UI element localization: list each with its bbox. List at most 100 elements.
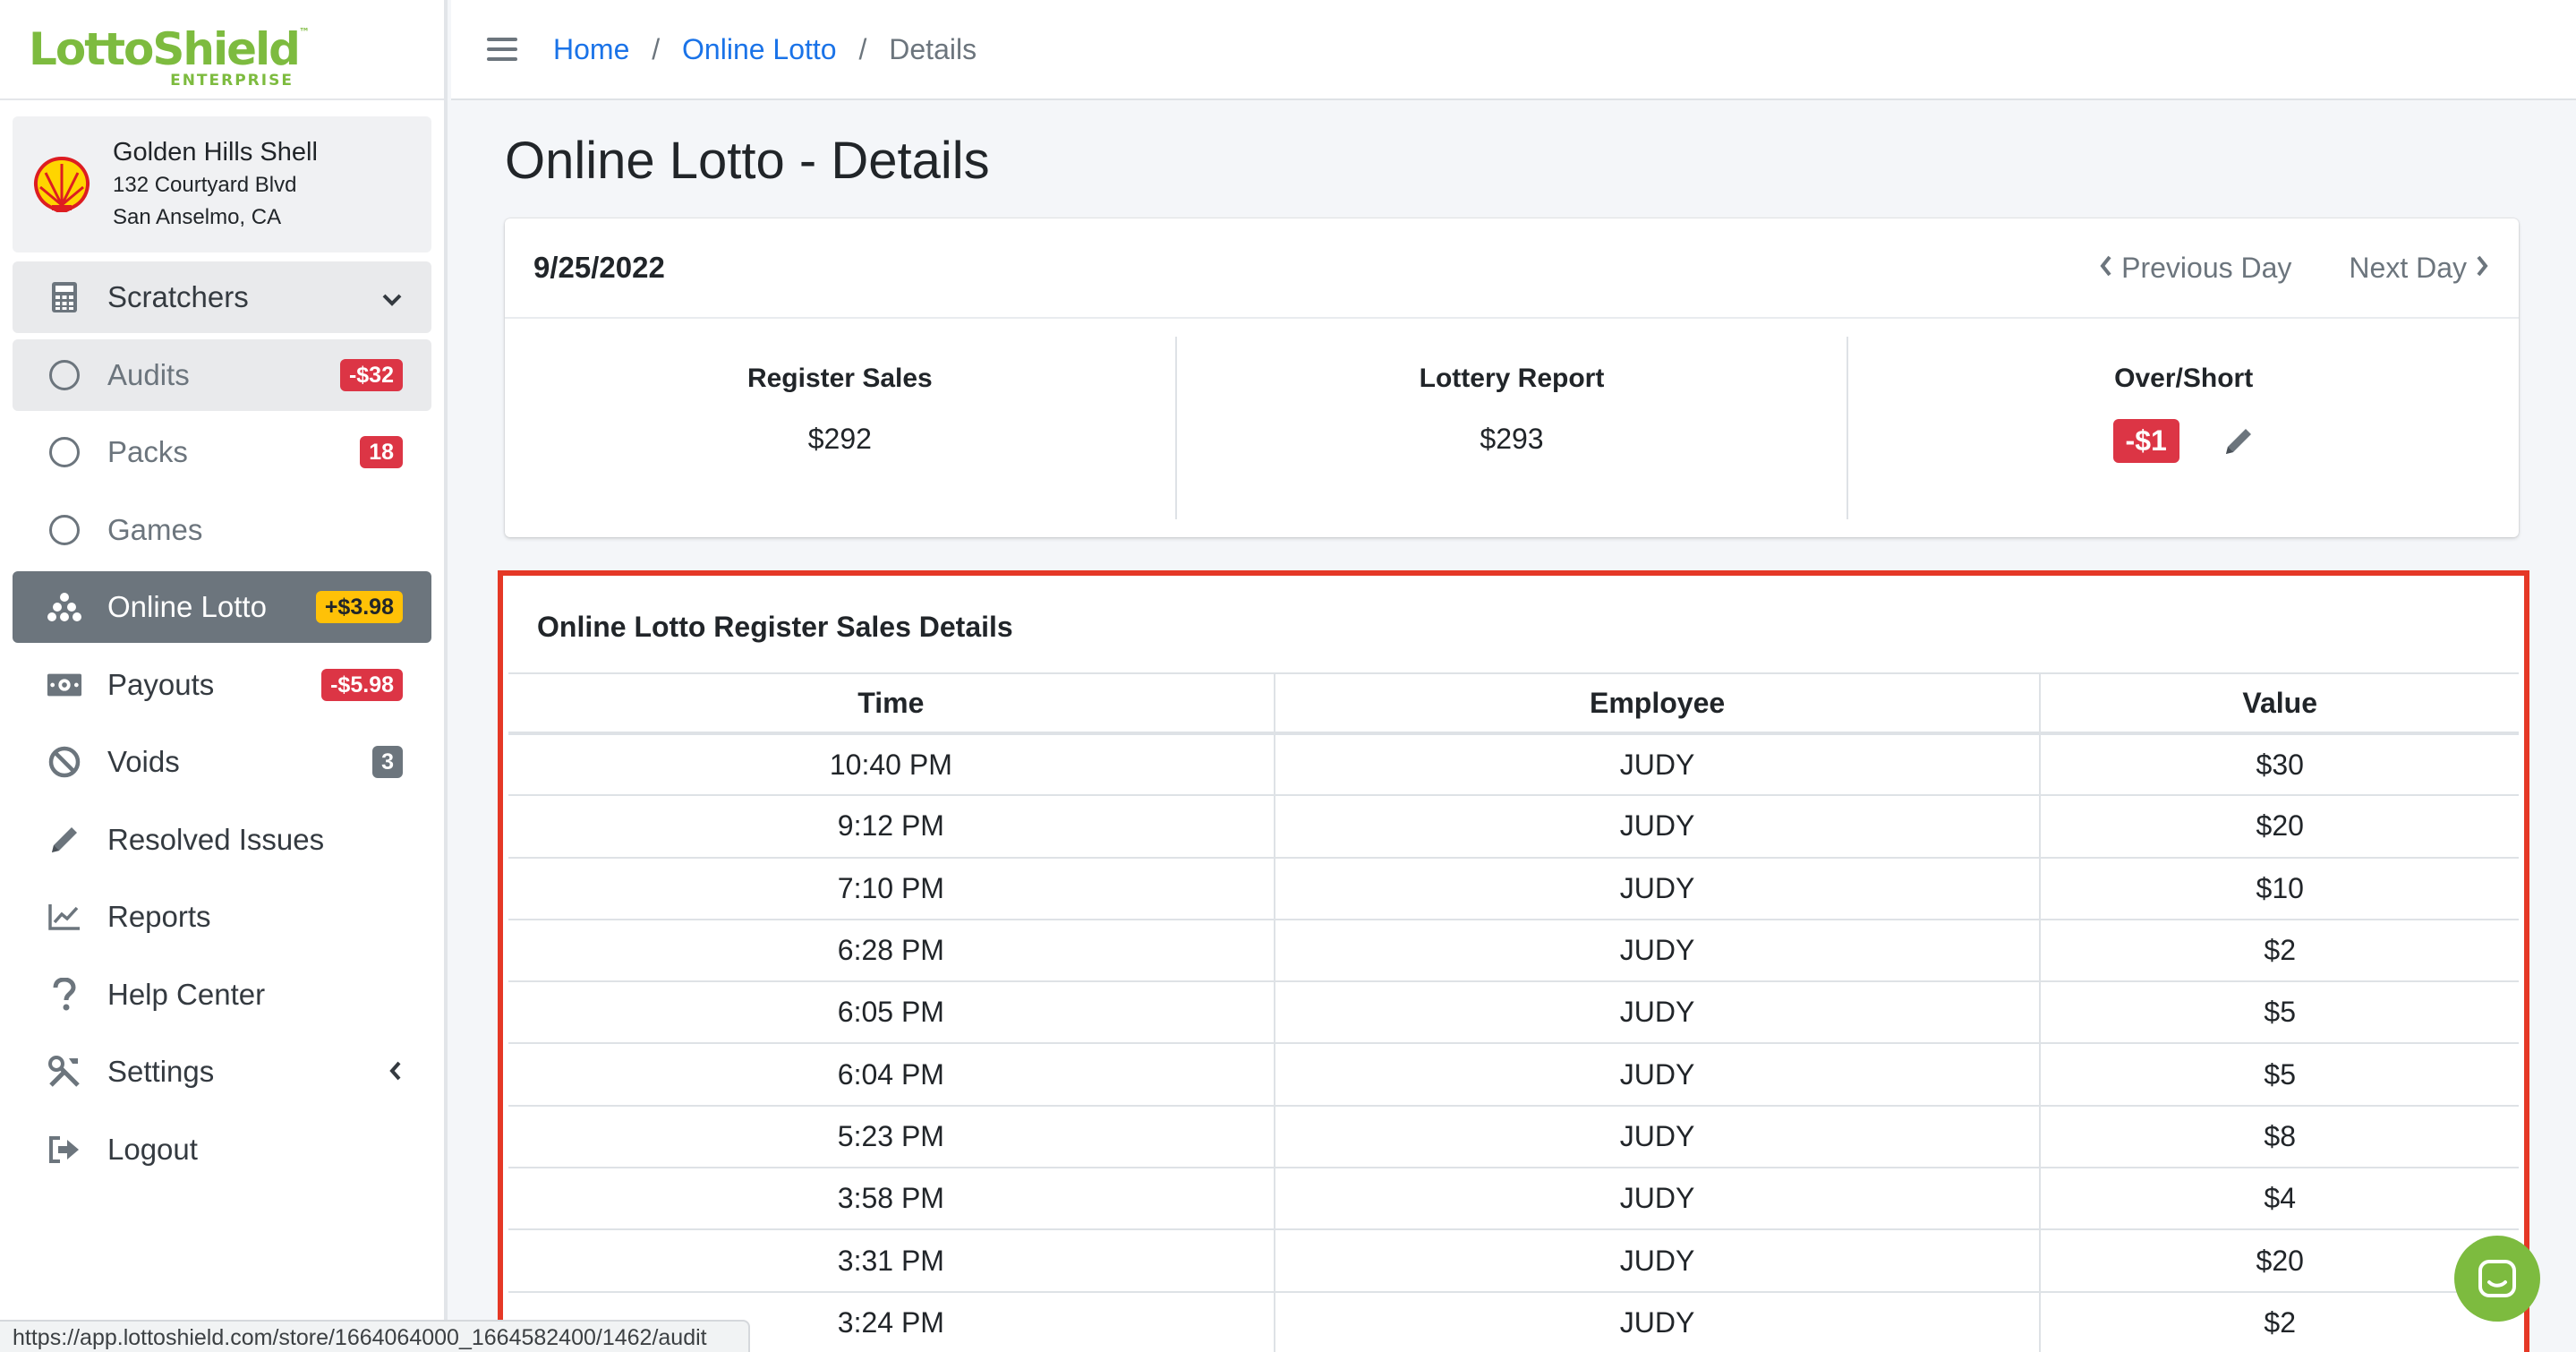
- sidebar-item-payouts[interactable]: Payouts -$5.98: [13, 649, 431, 721]
- hamburger-menu-icon[interactable]: [487, 38, 517, 61]
- brand-logo[interactable]: LottoShield™ ENTERPRISE: [0, 0, 444, 100]
- table-row: 9:12 PM JUDY $20: [508, 795, 2519, 859]
- sidebar-nav: Scratchers Audits -$32 Packs 18 Games On…: [13, 261, 431, 1191]
- cell-employee: JUDY: [1274, 919, 2042, 983]
- cell-employee: JUDY: [1274, 1168, 2042, 1231]
- sidebar-item-label: Resolved Issues: [107, 822, 325, 856]
- cell-value: $20: [2040, 795, 2519, 859]
- ban-icon: [47, 744, 82, 780]
- sign-out-icon: [47, 1132, 82, 1168]
- circle-icon: [47, 434, 82, 470]
- audits-badge: -$32: [339, 358, 403, 391]
- sidebar-item-help-center[interactable]: Help Center: [13, 959, 431, 1031]
- table-row: 3:58 PM JUDY $4: [508, 1168, 2519, 1231]
- chat-widget-button[interactable]: [2454, 1236, 2540, 1322]
- table-row: 6:04 PM JUDY $5: [508, 1043, 2519, 1107]
- edit-pencil-icon[interactable]: [2222, 425, 2255, 458]
- sidebar-item-label: Help Center: [107, 977, 266, 1011]
- register-sales-value: $292: [807, 423, 872, 455]
- sidebar-item-games[interactable]: Games: [13, 494, 431, 566]
- cell-time: 7:10 PM: [508, 857, 1275, 920]
- chevron-right-icon: [2474, 252, 2490, 285]
- cell-employee: JUDY: [1274, 733, 2042, 797]
- cell-time: 5:23 PM: [508, 1105, 1275, 1169]
- calculator-icon: [47, 279, 82, 315]
- sidebar-item-label: Payouts: [107, 667, 215, 701]
- cell-employee: JUDY: [1274, 1291, 2042, 1352]
- logo-subtitle: ENTERPRISE: [170, 72, 294, 90]
- breadcrumb-home-link[interactable]: Home: [553, 33, 629, 65]
- table-header-row: Time Employee Value: [508, 674, 2519, 735]
- cell-value: $2: [2040, 1291, 2519, 1352]
- next-day-button[interactable]: Next Day: [2349, 252, 2490, 285]
- over-short-label: Over/Short: [2114, 364, 2254, 393]
- cell-value: $8: [2040, 1105, 2519, 1169]
- voids-badge: 3: [372, 746, 403, 778]
- summary-card: 9/25/2022 Previous Day Next Day Register…: [505, 218, 2519, 537]
- table-row: 7:10 PM JUDY $10: [508, 857, 2519, 920]
- breadcrumb: Home / Online Lotto / Details: [553, 33, 977, 66]
- cell-value: $10: [2040, 857, 2519, 920]
- payouts-badge: -$5.98: [321, 668, 403, 701]
- register-sales-stat: Register Sales $292: [505, 337, 1175, 519]
- money-bill-icon: [47, 667, 82, 703]
- browser-status-url: https://app.lottoshield.com/store/166406…: [0, 1320, 750, 1352]
- cell-time: 6:28 PM: [508, 919, 1275, 983]
- sidebar-item-label: Packs: [107, 435, 188, 468]
- sidebar-item-scratchers[interactable]: Scratchers: [13, 261, 431, 333]
- details-title: Online Lotto Register Sales Details: [508, 581, 2519, 674]
- cell-employee: JUDY: [1274, 857, 2042, 920]
- sidebar-item-logout[interactable]: Logout: [13, 1114, 431, 1185]
- previous-day-button[interactable]: Previous Day: [2098, 252, 2291, 285]
- question-icon: [47, 977, 82, 1013]
- top-bar: Home / Online Lotto / Details: [451, 0, 2576, 100]
- chevron-left-icon: [388, 1055, 403, 1089]
- next-day-label: Next Day: [2349, 251, 2467, 284]
- sidebar-item-label: Reports: [107, 900, 211, 933]
- cell-value: $5: [2040, 1043, 2519, 1107]
- page-title: Online Lotto - Details: [505, 132, 990, 190]
- table-row: 5:23 PM JUDY $8: [508, 1105, 2519, 1169]
- store-address-line2: San Anselmo, CA: [113, 205, 282, 229]
- sidebar-item-label: Scratchers: [107, 280, 249, 313]
- store-card[interactable]: Golden Hills Shell 132 Courtyard Blvd Sa…: [13, 116, 431, 252]
- over-short-stat: Over/Short -$1: [1847, 337, 2519, 519]
- packs-badge: 18: [360, 436, 403, 468]
- table-row: 6:05 PM JUDY $5: [508, 981, 2519, 1045]
- sidebar-item-packs[interactable]: Packs 18: [13, 416, 431, 488]
- column-header-employee[interactable]: Employee: [1274, 674, 2042, 735]
- circle-icon: [47, 357, 82, 393]
- column-header-value[interactable]: Value: [2040, 674, 2519, 735]
- sidebar-item-reports[interactable]: Reports: [13, 881, 431, 953]
- sidebar-item-online-lotto[interactable]: Online Lotto +$3.98: [13, 571, 431, 643]
- cell-value: $5: [2040, 981, 2519, 1045]
- summary-date: 9/25/2022: [533, 251, 665, 284]
- breadcrumb-online-lotto-link[interactable]: Online Lotto: [682, 33, 837, 65]
- sidebar-item-resolved-issues[interactable]: Resolved Issues: [13, 804, 431, 876]
- summary-header: 9/25/2022 Previous Day Next Day: [505, 218, 2519, 319]
- sidebar-item-label: Voids: [107, 745, 180, 778]
- cell-employee: JUDY: [1274, 981, 2042, 1045]
- lottery-report-label: Lottery Report: [1419, 364, 1605, 393]
- table-row: 3:24 PM JUDY $2: [508, 1291, 2519, 1352]
- cell-employee: JUDY: [1274, 795, 2042, 859]
- sidebar-item-label: Games: [107, 512, 203, 546]
- lotto-balls-icon: [47, 589, 82, 625]
- sidebar-item-audits[interactable]: Audits -$32: [13, 338, 431, 411]
- store-address-line1: 132 Courtyard Blvd: [113, 173, 297, 197]
- store-info: Golden Hills Shell 132 Courtyard Blvd Sa…: [113, 135, 318, 234]
- chevron-down-icon: [381, 280, 403, 314]
- column-header-time[interactable]: Time: [508, 674, 1275, 735]
- tools-icon: [47, 1054, 82, 1090]
- sidebar-item-label: Logout: [107, 1132, 198, 1166]
- cell-time: 6:05 PM: [508, 981, 1275, 1045]
- register-sales-label: Register Sales: [746, 364, 933, 393]
- sidebar-item-voids[interactable]: Voids 3: [13, 726, 431, 798]
- sidebar-item-settings[interactable]: Settings: [13, 1036, 431, 1108]
- cell-value: $4: [2040, 1168, 2519, 1231]
- previous-day-label: Previous Day: [2121, 251, 2292, 284]
- cell-value: $2: [2040, 919, 2519, 983]
- register-sales-details-card: Online Lotto Register Sales Details Time…: [498, 570, 2529, 1352]
- lottery-report-stat: Lottery Report $293: [1174, 337, 1847, 519]
- cell-time: 3:31 PM: [508, 1229, 1275, 1293]
